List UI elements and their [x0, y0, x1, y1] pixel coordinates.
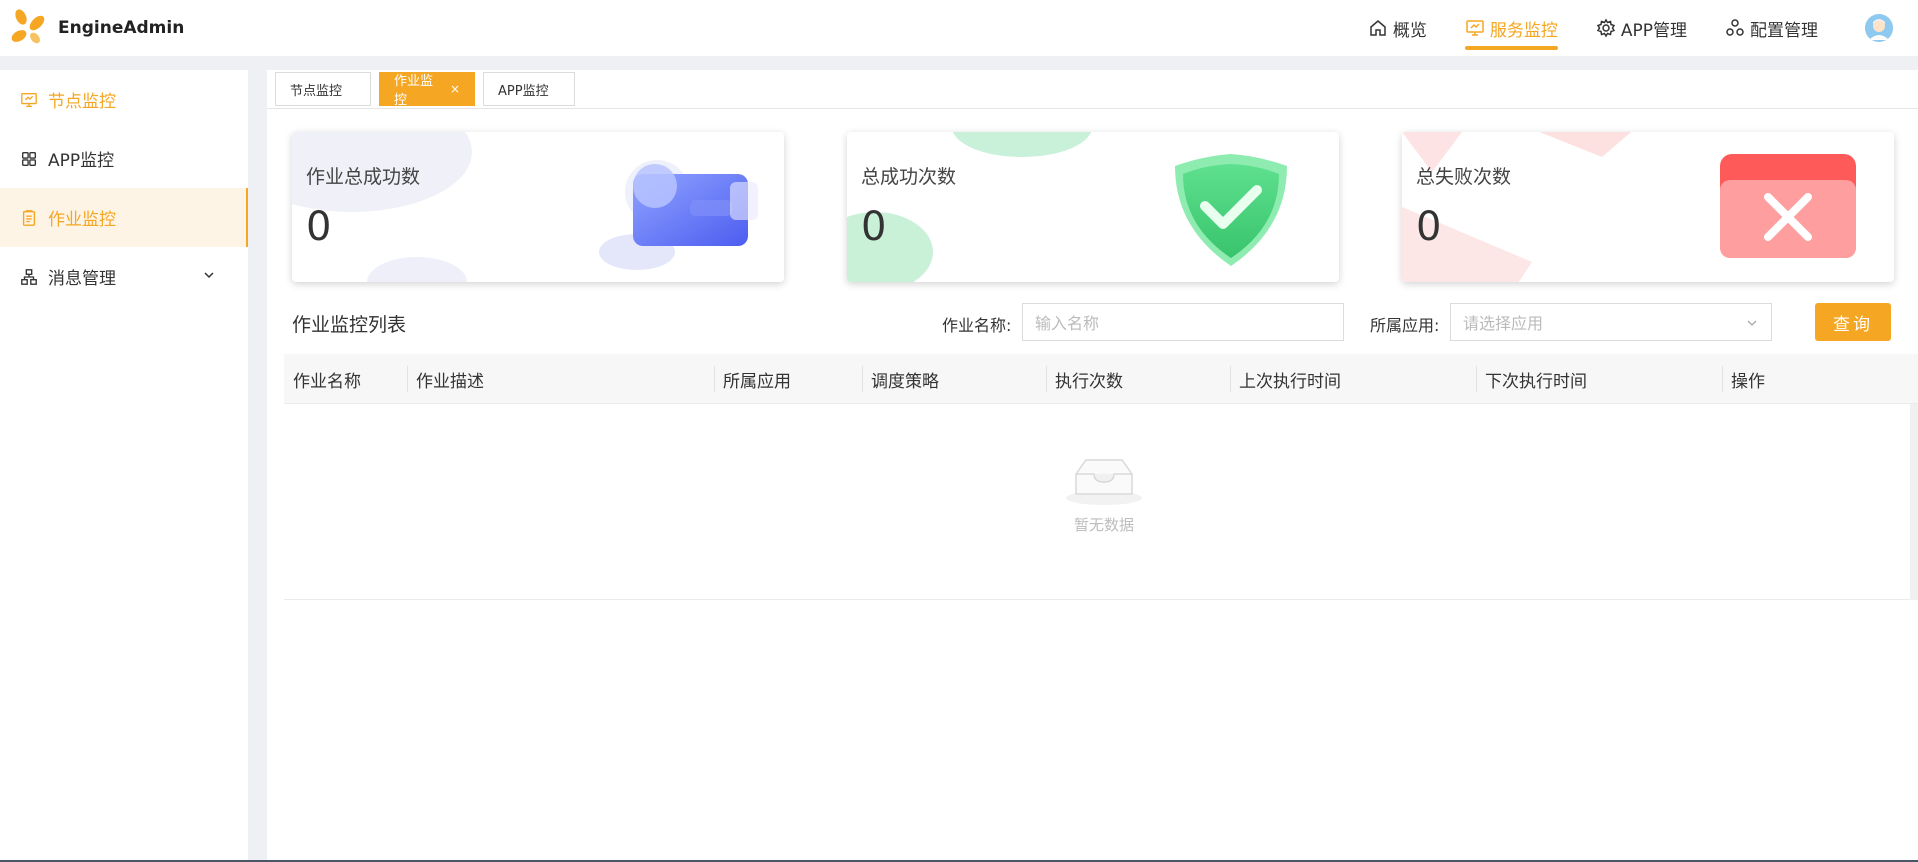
topnav-service-monitor[interactable]: 服务监控	[1464, 0, 1558, 56]
column-header[interactable]: 下次执行时间	[1476, 354, 1722, 404]
grid-icon	[22, 151, 36, 166]
job-name-input[interactable]: 输入名称	[1022, 303, 1344, 341]
tab-label: 节点监控	[290, 83, 343, 99]
topnav-overview[interactable]: 概览	[1368, 0, 1427, 56]
app-name: EngineAdmin	[58, 18, 185, 38]
column-header[interactable]: 调度策略	[862, 354, 1046, 404]
stat-value: 0	[1416, 204, 1442, 250]
sidebar-item-node-monitor[interactable]: 节点监控	[0, 70, 248, 129]
top-nav: 概览 服务监控 APP管理 配置管理	[1330, 0, 1818, 56]
column-header[interactable]: 执行次数	[1046, 354, 1230, 404]
sidebar-item-message-manage[interactable]: 消息管理	[0, 247, 248, 306]
card-icon	[633, 164, 758, 246]
column-header[interactable]: 操作	[1722, 354, 1918, 404]
user-avatar[interactable]	[1865, 14, 1893, 42]
sidebar-item-label: APP监控	[48, 151, 115, 171]
tabs-divider	[267, 108, 1918, 109]
monitor-icon	[1466, 20, 1484, 36]
gear-icon	[1596, 18, 1615, 38]
stat-title: 作业总成功数	[306, 166, 421, 188]
topnav-service-monitor-label: 服务监控	[1489, 20, 1558, 41]
top-header: EngineAdmin 概览 服务监控 APP管理 配置管理	[0, 0, 1918, 56]
list-section-title: 作业监控列表	[292, 314, 407, 336]
main-content: 节点监控 作业监控 × APP监控 作业总成功数 0 总成功次数 0 总失败次数…	[267, 70, 1918, 862]
tab-label: 作业监控	[394, 74, 434, 108]
stat-card-job-success: 作业总成功数 0	[292, 132, 784, 282]
avatar-icon	[1865, 14, 1893, 42]
app-select-placeholder: 请选择应用	[1463, 314, 1544, 333]
chevron-down-icon	[1747, 320, 1757, 326]
tab-job-monitor[interactable]: 作业监控 ×	[379, 72, 475, 108]
stat-card-total-success: 总成功次数 0	[847, 132, 1339, 282]
shield-check-icon	[1175, 154, 1287, 266]
app-logo[interactable]: EngineAdmin	[8, 8, 184, 48]
sidebar-item-job-monitor[interactable]: 作业监控	[0, 188, 248, 247]
stat-value: 0	[861, 204, 887, 250]
stat-value: 0	[306, 204, 332, 250]
stat-title: 总失败次数	[1416, 166, 1512, 188]
clipboard-icon	[22, 209, 36, 226]
error-x-icon	[1720, 154, 1856, 258]
sidebar-item-label: 消息管理	[48, 269, 116, 289]
app-select[interactable]: 请选择应用	[1450, 303, 1772, 341]
sidebar-item-label: 节点监控	[48, 92, 116, 112]
home-icon	[1370, 20, 1386, 36]
tab-app-monitor[interactable]: APP监控	[483, 72, 575, 106]
sidebar: 节点监控 APP监控 作业监控 消息管理	[0, 70, 248, 862]
empty-inbox-icon	[1066, 459, 1142, 505]
topnav-app-manage[interactable]: APP管理	[1596, 0, 1687, 56]
close-icon[interactable]: ×	[450, 82, 460, 96]
table-body: 暂无数据	[284, 404, 1918, 600]
tab-node-monitor[interactable]: 节点监控	[275, 72, 371, 106]
query-button[interactable]: 查询	[1815, 303, 1891, 341]
job-name-placeholder: 输入名称	[1035, 314, 1100, 333]
sidebar-item-label: 作业监控	[48, 210, 116, 230]
sitemap-icon	[21, 268, 37, 285]
empty-state: 暂无数据	[1059, 454, 1149, 535]
stat-card-total-failure: 总失败次数 0	[1402, 132, 1894, 282]
monitor-icon	[21, 92, 37, 107]
topnav-config-manage-label: 配置管理	[1750, 20, 1818, 41]
topnav-app-manage-label: APP管理	[1620, 20, 1687, 41]
logo-icon	[11, 9, 45, 44]
chevron-down-icon	[204, 272, 214, 279]
sidebar-item-app-monitor[interactable]: APP监控	[0, 129, 248, 188]
table-scrollbar[interactable]	[1910, 404, 1918, 600]
topnav-config-manage[interactable]: 配置管理	[1725, 0, 1818, 56]
column-header[interactable]: 作业描述	[407, 354, 714, 404]
stat-title: 总成功次数	[861, 166, 957, 188]
page-tabs: 节点监控 作业监控 × APP监控	[275, 72, 583, 108]
table-header: 作业名称 作业描述 所属应用 调度策略 执行次数 上次执行时间 下次执行时间 操…	[284, 354, 1918, 404]
empty-text: 暂无数据	[1073, 516, 1134, 534]
column-header[interactable]: 上次执行时间	[1230, 354, 1476, 404]
cluster-icon	[1726, 19, 1744, 36]
topnav-overview-label: 概览	[1392, 20, 1427, 41]
tab-label: APP监控	[498, 83, 549, 99]
app-select-label: 所属应用:	[1370, 316, 1440, 335]
column-header[interactable]: 作业名称	[284, 354, 407, 404]
job-name-label: 作业名称:	[942, 316, 1012, 335]
column-header[interactable]: 所属应用	[714, 354, 862, 404]
